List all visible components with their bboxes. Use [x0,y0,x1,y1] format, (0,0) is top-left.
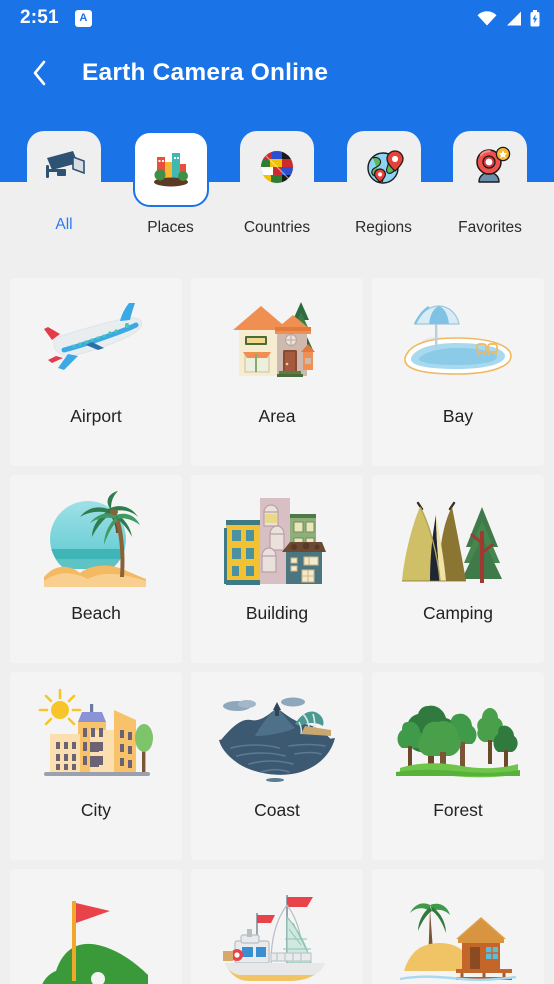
card-airport-art [10,278,182,406]
card-golf[interactable] [10,869,182,984]
tab-countries[interactable]: Countries [239,131,315,251]
chevron-left-icon [33,60,45,86]
card-forest-label: Forest [433,800,483,820]
card-airport[interactable]: Airport [10,278,182,466]
tab-places[interactable]: Places [132,131,209,251]
status-bar: 2:51 A [0,0,554,36]
webcam-star-icon [476,146,511,183]
card-island-art [372,869,544,984]
card-camping-label: Camping [422,603,494,623]
globe-pin-icon [366,150,404,184]
card-airport-label: Airport [70,406,122,426]
card-city-label: City [80,800,112,820]
tab-all-card [27,131,101,205]
card-harbor[interactable] [191,869,363,984]
beach-umbrella-lagoon-icon [404,305,512,375]
tab-all-label: All [55,216,73,233]
card-coast-art [191,672,363,800]
card-harbor-art [191,869,363,984]
card-building[interactable]: Building [191,475,363,663]
card-bay[interactable]: Bay [372,278,544,466]
back-button[interactable] [22,56,56,90]
tab-favorites-card [453,131,527,205]
buildings-icon [224,498,326,585]
card-building-label: Building [245,603,309,623]
tab-places-label: Places [147,219,194,236]
category-grid: Airport Area Bay Beach Building Camping … [0,278,554,984]
island-hut-icon [399,903,517,982]
card-camping-art [372,475,544,603]
tab-regions-label: Regions [355,219,412,236]
battery-charging-icon [530,9,540,26]
tab-favorites-label: Favorites [458,219,522,236]
card-bay-label: Bay [442,406,474,426]
cellular-signal-icon [507,11,521,25]
airplane-icon [44,303,143,370]
card-forest[interactable]: Forest [372,672,544,860]
category-tab-bar: All Places Countries Regions Favorites [0,131,554,251]
card-forest-art [372,672,544,800]
status-system-icons [477,9,540,27]
card-bay-art [372,278,544,406]
card-beach-art [10,475,182,603]
security-camera-icon [46,151,85,178]
page-title: Earth Camera Online [82,59,329,86]
card-city[interactable]: City [10,672,182,860]
title-bar: Earth Camera Online [0,36,554,110]
wifi-icon [477,10,497,25]
tab-countries-card [240,131,314,205]
world-flags-icon [260,150,294,184]
card-area-art [191,278,363,406]
card-island[interactable] [372,869,544,984]
cityscape-icon [153,153,188,187]
golf-flag-icon [42,901,148,984]
tab-regions-card [346,131,421,205]
tab-all[interactable]: All [26,131,102,251]
card-camping[interactable]: Camping [372,475,544,663]
card-coast-label: Coast [254,800,300,820]
card-area-label: Area [258,406,296,426]
card-city-art [10,672,182,800]
tab-places-card [132,131,209,207]
status-notification-icons: A [74,9,92,27]
status-time: 2:51 [20,7,59,28]
city-sunrise-icon [38,688,153,776]
tab-favorites[interactable]: Favorites [452,131,528,251]
tab-regions[interactable]: Regions [346,131,422,251]
card-area[interactable]: Area [191,278,363,466]
card-golf-art [10,869,182,984]
tab-countries-label: Countries [243,219,311,236]
card-coast[interactable]: Coast [191,672,363,860]
app-notification-icon: A [74,9,92,27]
card-beach-label: Beach [71,603,121,623]
coastline-icon [219,697,335,782]
card-beach[interactable]: Beach [10,475,182,663]
tent-icon [402,501,502,583]
house-with-garden-icon [233,302,315,377]
harbor-boat-icon [223,895,325,981]
card-building-art [191,475,363,603]
palm-beach-icon [44,491,146,587]
forest-trees-icon [396,705,520,778]
